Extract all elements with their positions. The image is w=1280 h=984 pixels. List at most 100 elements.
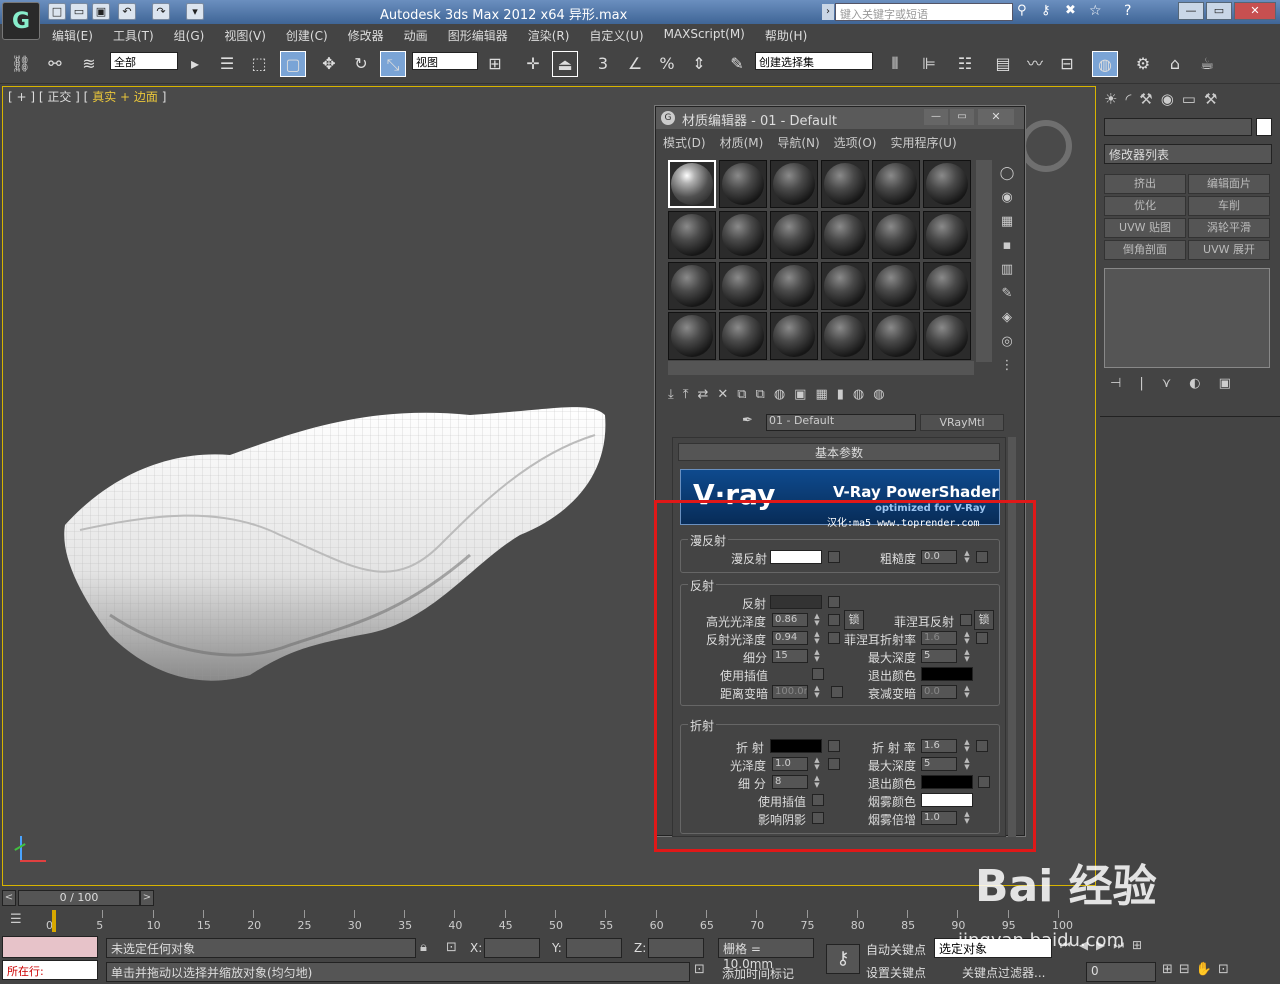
app-logo-icon[interactable]: G	[2, 2, 40, 40]
mat-maximize-button[interactable]: ▭	[950, 109, 974, 125]
spinner-snap-icon[interactable]: ⇕	[686, 51, 712, 77]
tools-icon[interactable]: ✖	[1065, 3, 1083, 21]
modifier-turbosmooth-button[interactable]: 涡轮平滑	[1188, 218, 1270, 238]
material-sample-slot[interactable]	[821, 312, 869, 361]
pivot-icon[interactable]: ⊞	[482, 51, 508, 77]
object-color-swatch[interactable]	[1256, 118, 1272, 136]
modifier-list-dropdown[interactable]: 修改器列表	[1104, 144, 1272, 164]
material-sample-slot[interactable]	[872, 312, 920, 361]
add-time-tag-label[interactable]: 添加时间标记	[722, 965, 794, 982]
menu-views[interactable]: 视图(V)	[214, 24, 276, 46]
modifier-unwrap-uvw-button[interactable]: UVW 展开	[1188, 240, 1270, 260]
undo-icon[interactable]: ↶	[118, 3, 136, 20]
material-type-button[interactable]: VRayMtl	[920, 414, 1004, 431]
time-next-arrow-icon[interactable]: >	[140, 890, 154, 906]
viewcube-icon[interactable]	[1020, 120, 1072, 172]
material-toolbar-icons[interactable]: ⤓⤒⇄✕⧉⧉◍▣▦▮◍◍	[668, 387, 1012, 407]
material-sample-slot[interactable]	[923, 210, 971, 259]
time-prev-arrow-icon[interactable]: <	[2, 890, 16, 906]
menu-maxscript[interactable]: MAXScript(M)	[654, 24, 755, 46]
material-sample-slot[interactable]	[923, 261, 971, 310]
material-sample-slot[interactable]	[770, 210, 818, 259]
maxscript-listener-mini[interactable]	[2, 936, 98, 958]
modifier-stack-tools[interactable]: ⊣|⋎◐▣	[1104, 376, 1270, 396]
menu-rendering[interactable]: 渲染(R)	[518, 24, 580, 46]
mat-menu-material[interactable]: 材质(M)	[713, 132, 771, 152]
z-coord-field[interactable]	[648, 938, 704, 958]
material-sample-slot[interactable]	[770, 160, 818, 208]
material-sample-slot[interactable]	[872, 261, 920, 310]
material-name-field[interactable]: 01 - Default	[766, 414, 916, 431]
track-bar-toggle-icon[interactable]: ☰	[10, 912, 34, 930]
redo-icon[interactable]: ↷	[152, 3, 170, 20]
menu-modifiers[interactable]: 修改器	[338, 24, 394, 46]
menu-animation[interactable]: 动画	[394, 24, 438, 46]
rotate-icon[interactable]: ↻	[348, 51, 374, 77]
material-sample-slot[interactable]	[719, 261, 767, 310]
layer-manager-icon[interactable]: ☷	[952, 51, 978, 77]
link-icon[interactable]: ⛓	[8, 51, 34, 77]
keyboard-shortcut-icon[interactable]: ⏏	[552, 51, 578, 77]
eyedropper-icon[interactable]: ✒	[742, 413, 758, 429]
mat-menu-navigation[interactable]: 导航(N)	[770, 132, 826, 152]
save-icon[interactable]: ▣	[92, 3, 110, 20]
render-setup-icon[interactable]: ⚙	[1130, 51, 1156, 77]
menu-tools[interactable]: 工具(T)	[103, 24, 164, 46]
material-sample-slot[interactable]	[668, 261, 716, 310]
sample-side-tools[interactable]: ◯ ◉ ▦ ▪ ▥ ✎ ◈ ◎ ⋮	[996, 162, 1018, 373]
material-editor-icon[interactable]: ◍	[1092, 51, 1118, 77]
curve-editor-icon[interactable]: 〰	[1022, 51, 1048, 77]
mat-minimize-button[interactable]: —	[924, 109, 948, 125]
modifier-stack-list[interactable]	[1104, 268, 1270, 368]
mirror-icon[interactable]: ⫴	[882, 51, 908, 77]
menu-graph-editors[interactable]: 图形编辑器	[438, 24, 518, 46]
material-sample-slot[interactable]	[872, 210, 920, 259]
material-sample-slot[interactable]	[719, 312, 767, 361]
rendered-frame-icon[interactable]: ⌂	[1162, 51, 1188, 77]
material-sample-slot[interactable]	[719, 210, 767, 259]
modifier-extrude-button[interactable]: 挤出	[1104, 174, 1186, 194]
modifier-uvw-map-button[interactable]: UVW 贴图	[1104, 218, 1186, 238]
auto-key-button[interactable]: 自动关键点	[866, 941, 926, 958]
key-filters-button[interactable]: 关键点过滤器...	[962, 964, 1045, 981]
quick-access-dropdown-icon[interactable]: ▾	[186, 3, 204, 20]
material-sample-slot[interactable]	[923, 160, 971, 208]
close-button[interactable]: ✕	[1234, 2, 1276, 20]
search-input[interactable]: 键入关键字或短语	[835, 3, 1013, 21]
search-expand-icon[interactable]: ›	[822, 4, 834, 20]
basic-params-rollout-header[interactable]: 基本参数	[678, 443, 1000, 461]
minimize-button[interactable]: —	[1178, 2, 1204, 20]
wire-bowl-object[interactable]	[50, 395, 630, 695]
modifier-bevel-profile-button[interactable]: 倒角剖面	[1104, 240, 1186, 260]
mat-menu-options[interactable]: 选项(O)	[827, 132, 884, 152]
edit-named-sel-icon[interactable]: ✎	[724, 51, 750, 77]
selection-filter-dropdown[interactable]: 全部	[110, 52, 178, 70]
mat-menu-utilities[interactable]: 实用程序(U)	[883, 132, 963, 152]
key-icon[interactable]: ⚷	[1041, 3, 1059, 21]
viewport-nav-icons[interactable]: ⊞⊟✋⊡	[1162, 962, 1278, 982]
mat-close-button[interactable]: ✕	[978, 109, 1014, 125]
select-by-name-icon[interactable]: ☰	[214, 51, 240, 77]
viewport-label[interactable]: [ + ] [ 正交 ] [ 真实 + 边面 ]	[8, 88, 166, 105]
align-icon[interactable]: ⊫	[916, 51, 942, 77]
material-sample-slot[interactable]	[668, 160, 716, 208]
window-crossing-icon[interactable]: ▢	[280, 51, 306, 77]
schematic-view-icon[interactable]: ⊟	[1054, 51, 1080, 77]
absolute-mode-icon[interactable]: ⊡	[446, 940, 457, 955]
object-name-field[interactable]	[1104, 118, 1252, 136]
scale-icon[interactable]: ⤡	[380, 51, 406, 77]
menu-group[interactable]: 组(G)	[164, 24, 215, 46]
ref-coord-dropdown[interactable]: 视图	[412, 52, 478, 70]
material-sample-slot[interactable]	[668, 312, 716, 361]
current-frame-field[interactable]: 0	[1086, 962, 1156, 982]
material-sample-slot[interactable]	[821, 261, 869, 310]
material-sample-slot[interactable]	[821, 210, 869, 259]
selection-lock-icon[interactable]: 🔒︎	[420, 940, 427, 955]
graphite-tools-icon[interactable]: ▤	[990, 51, 1016, 77]
menu-customize[interactable]: 自定义(U)	[579, 24, 653, 46]
time-tag-icon[interactable]: ⊡	[694, 962, 714, 982]
menu-help[interactable]: 帮助(H)	[755, 24, 817, 46]
select-object-icon[interactable]: ▸	[182, 51, 208, 77]
modifier-lathe-button[interactable]: 车削	[1188, 196, 1270, 216]
material-sample-slot[interactable]	[719, 160, 767, 208]
